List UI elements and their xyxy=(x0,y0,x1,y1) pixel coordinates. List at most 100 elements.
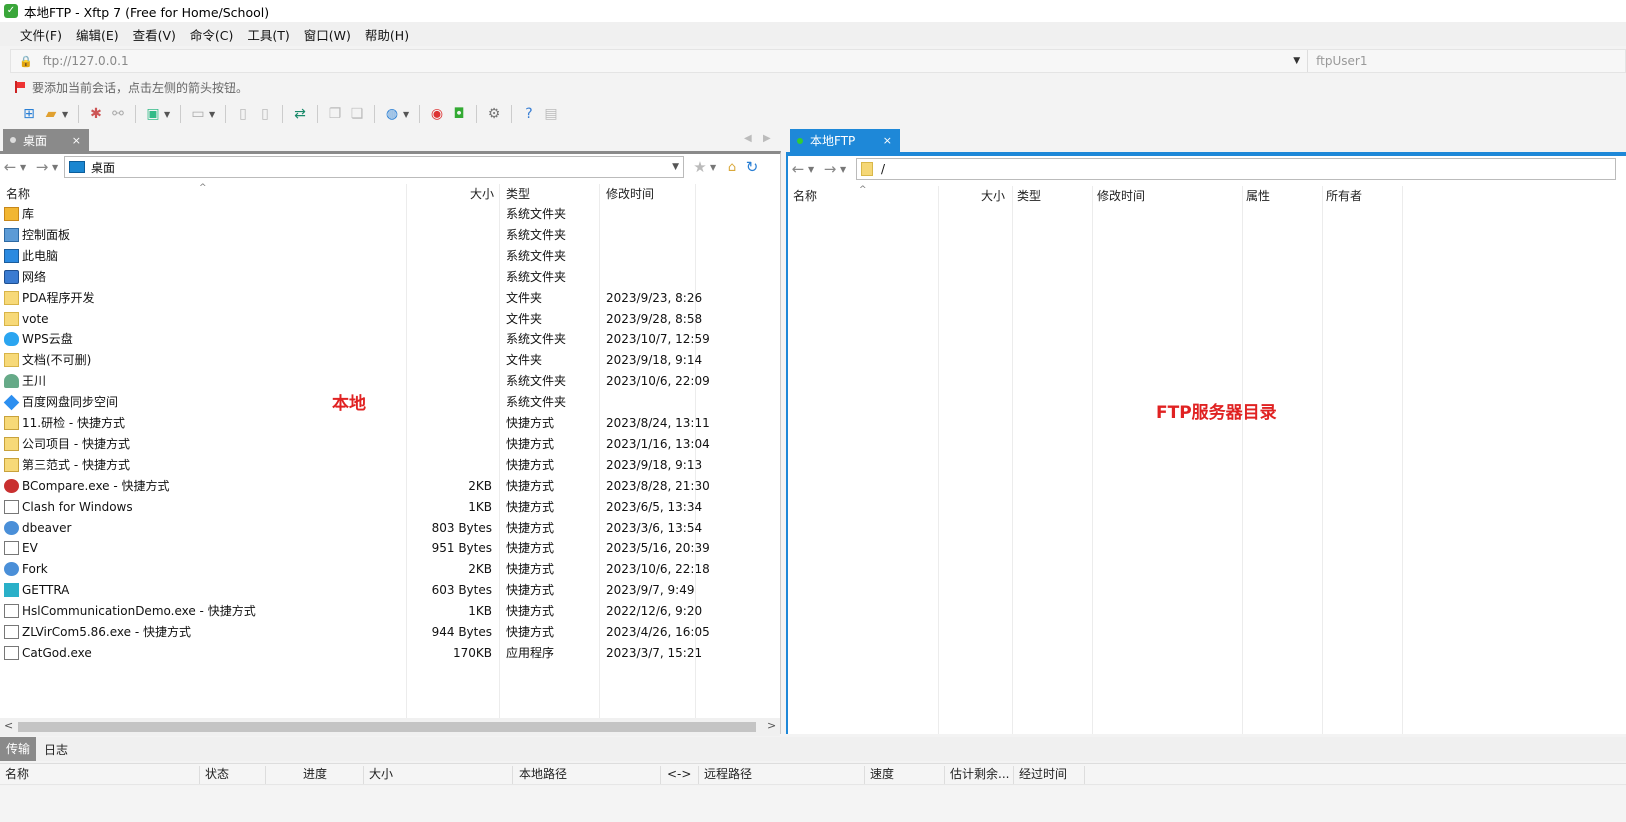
menu-window[interactable]: 窗口(W) xyxy=(297,23,358,46)
open-folder-icon[interactable]: ▰ xyxy=(40,103,62,125)
disconnect-icon[interactable]: ⚯ xyxy=(107,103,129,125)
scrollbar-thumb[interactable] xyxy=(18,722,756,732)
scroll-left-icon[interactable]: < xyxy=(4,719,13,732)
transfer-column-size[interactable]: 大小 xyxy=(369,764,393,785)
tab-local-ftp[interactable]: 本地FTP × xyxy=(790,129,900,152)
table-row[interactable]: dbeaver 803 Bytes 快捷方式 2023/3/6, 13:54 xyxy=(0,518,760,539)
document2-icon[interactable]: ▯ xyxy=(254,103,276,125)
forward-arrow-icon[interactable]: → xyxy=(820,160,840,178)
column-owner[interactable]: 所有者 xyxy=(1326,186,1362,206)
column-modified[interactable]: 修改时间 xyxy=(1097,186,1145,206)
transfer-column-local-path[interactable]: 本地路径 xyxy=(519,764,567,785)
home-folder-icon[interactable]: ⌂ xyxy=(722,160,742,175)
open-dropdown-icon[interactable]: ▼ xyxy=(62,110,72,119)
close-icon[interactable]: × xyxy=(72,134,81,147)
connect-icon[interactable]: ✱ xyxy=(85,103,107,125)
help-icon[interactable]: ? xyxy=(518,103,540,125)
tab-transfers[interactable]: 传输 xyxy=(0,737,37,761)
transfer-column-status[interactable]: 状态 xyxy=(205,764,229,785)
flag-icon[interactable] xyxy=(14,81,26,93)
menu-edit[interactable]: 编辑(E) xyxy=(69,23,126,46)
back-arrow-icon[interactable]: ← xyxy=(0,158,20,176)
terminal-dropdown-icon[interactable]: ▼ xyxy=(209,110,219,119)
tab-log[interactable]: 日志 xyxy=(36,737,76,762)
new-tab-dropdown-icon[interactable]: ▼ xyxy=(164,110,174,119)
column-name[interactable]: 名称 xyxy=(6,184,30,204)
local-path-box[interactable]: 桌面 ▼ xyxy=(64,156,684,178)
table-row[interactable]: 文档(不可删) 文件夹 2023/9/18, 9:14 xyxy=(0,350,760,371)
table-row[interactable]: HslCommunicationDemo.exe - 快捷方式 1KB 快捷方式 20… xyxy=(0,601,760,622)
back-dropdown-icon[interactable]: ▼ xyxy=(808,165,820,174)
table-row[interactable]: CatGod.exe 170KB 应用程序 2023/3/7, 15:21 xyxy=(0,643,760,664)
column-size[interactable]: 大小 xyxy=(470,184,494,204)
transfer-column-eta[interactable]: 估计剩余... xyxy=(950,764,1009,785)
menu-command[interactable]: 命令(C) xyxy=(183,23,240,46)
transfer-column-speed[interactable]: 速度 xyxy=(870,764,894,785)
back-dropdown-icon[interactable]: ▼ xyxy=(20,163,32,172)
table-row[interactable]: 百度网盘同步空间 系统文件夹 xyxy=(0,392,760,413)
tab-scroll-right-icon[interactable]: ▶ xyxy=(763,133,771,144)
menu-help[interactable]: 帮助(H) xyxy=(358,23,416,46)
table-row[interactable]: BCompare.exe - 快捷方式 2KB 快捷方式 2023/8/28, 21:… xyxy=(0,476,760,497)
new-tab-icon[interactable]: ▣ xyxy=(142,103,164,125)
column-modified[interactable]: 修改时间 xyxy=(606,184,654,204)
bookmark-dropdown-icon[interactable]: ▼ xyxy=(710,163,722,172)
column-attributes[interactable]: 属性 xyxy=(1246,186,1270,206)
close-icon[interactable]: × xyxy=(883,134,892,147)
document-icon[interactable]: ▯ xyxy=(232,103,254,125)
table-row[interactable]: 公司项目 - 快捷方式 快捷方式 2023/1/16, 13:04 xyxy=(0,434,760,455)
terminal-icon[interactable]: ▭ xyxy=(187,103,209,125)
table-row[interactable]: 此电脑 系统文件夹 xyxy=(0,246,760,267)
column-type[interactable]: 类型 xyxy=(506,184,530,204)
horizontal-scrollbar[interactable]: < > xyxy=(0,718,780,736)
table-row[interactable]: ZLVirCom5.86.exe - 快捷方式 944 Bytes 快捷方式 2023… xyxy=(0,622,760,643)
table-row[interactable]: 网络 系统文件夹 xyxy=(0,267,760,288)
table-row[interactable]: 控制面板 系统文件夹 xyxy=(0,225,760,246)
table-row[interactable]: vote 文件夹 2023/9/28, 8:58 xyxy=(0,309,760,330)
transfer-column-elapsed[interactable]: 经过时间 xyxy=(1019,764,1067,785)
globe-icon[interactable]: ◍ xyxy=(381,103,403,125)
table-row[interactable]: Fork 2KB 快捷方式 2023/10/6, 22:18 xyxy=(0,559,760,580)
xftp-icon[interactable]: ◘ xyxy=(448,103,470,125)
globe-dropdown-icon[interactable]: ▼ xyxy=(403,110,413,119)
table-row[interactable]: 王川 系统文件夹 2023/10/6, 22:09 xyxy=(0,371,760,392)
table-row[interactable]: GETTRA 603 Bytes 快捷方式 2023/9/7, 9:49 xyxy=(0,580,760,601)
tab-desktop[interactable]: 桌面 × xyxy=(3,129,89,151)
address-user-field[interactable]: ftpUser1 xyxy=(1307,50,1625,72)
table-row[interactable]: EV 951 Bytes 快捷方式 2023/5/16, 20:39 xyxy=(0,538,760,559)
table-row[interactable]: PDA程序开发 文件夹 2023/9/23, 8:26 xyxy=(0,288,760,309)
menu-view[interactable]: 查看(V) xyxy=(126,23,183,46)
column-size[interactable]: 大小 xyxy=(981,186,1005,206)
forward-dropdown-icon[interactable]: ▼ xyxy=(52,163,64,172)
table-row[interactable]: 库 系统文件夹 xyxy=(0,204,760,225)
table-row[interactable]: Clash for Windows 1KB 快捷方式 2023/6/5, 13:34 xyxy=(0,497,760,518)
gear-icon[interactable]: ⚙ xyxy=(483,103,505,125)
column-name[interactable]: 名称 xyxy=(793,186,817,206)
forward-arrow-icon[interactable]: → xyxy=(32,158,52,176)
copy-icon[interactable]: ❐ xyxy=(324,103,346,125)
scroll-right-icon[interactable]: > xyxy=(767,719,776,732)
transfer-column-name[interactable]: 名称 xyxy=(5,764,29,785)
column-type[interactable]: 类型 xyxy=(1017,186,1041,206)
transfer-column-direction[interactable]: <-> xyxy=(667,764,691,785)
table-row[interactable]: WPS云盘 系统文件夹 2023/10/7, 12:59 xyxy=(0,329,760,350)
bookmark-star-icon[interactable]: ★ xyxy=(690,158,710,176)
remote-path-box[interactable]: / xyxy=(856,158,1616,180)
menu-tools[interactable]: 工具(T) xyxy=(240,23,296,46)
tab-scroll-left-icon[interactable]: ◀ xyxy=(744,133,752,144)
xshell-icon[interactable]: ◉ xyxy=(426,103,448,125)
back-arrow-icon[interactable]: ← xyxy=(788,160,808,178)
table-row[interactable]: 11.研检 - 快捷方式 快捷方式 2023/8/24, 13:11 xyxy=(0,413,760,434)
address-input[interactable] xyxy=(36,51,1294,71)
menu-file[interactable]: 文件(F) xyxy=(13,23,69,46)
transfer-column-remote-path[interactable]: 远程路径 xyxy=(704,764,752,785)
paste-icon[interactable]: ❏ xyxy=(346,103,368,125)
sync-transfer-icon[interactable]: ⇄ xyxy=(289,103,311,125)
chat-icon[interactable]: ▤ xyxy=(540,103,562,125)
address-dropdown-icon[interactable]: ▼ xyxy=(1293,56,1307,66)
refresh-icon[interactable]: ↻ xyxy=(742,158,762,176)
new-session-icon[interactable]: ⊞ xyxy=(18,103,40,125)
chevron-down-icon[interactable]: ▼ xyxy=(672,162,679,172)
forward-dropdown-icon[interactable]: ▼ xyxy=(840,165,852,174)
transfer-column-progress[interactable]: 进度 xyxy=(303,764,327,785)
